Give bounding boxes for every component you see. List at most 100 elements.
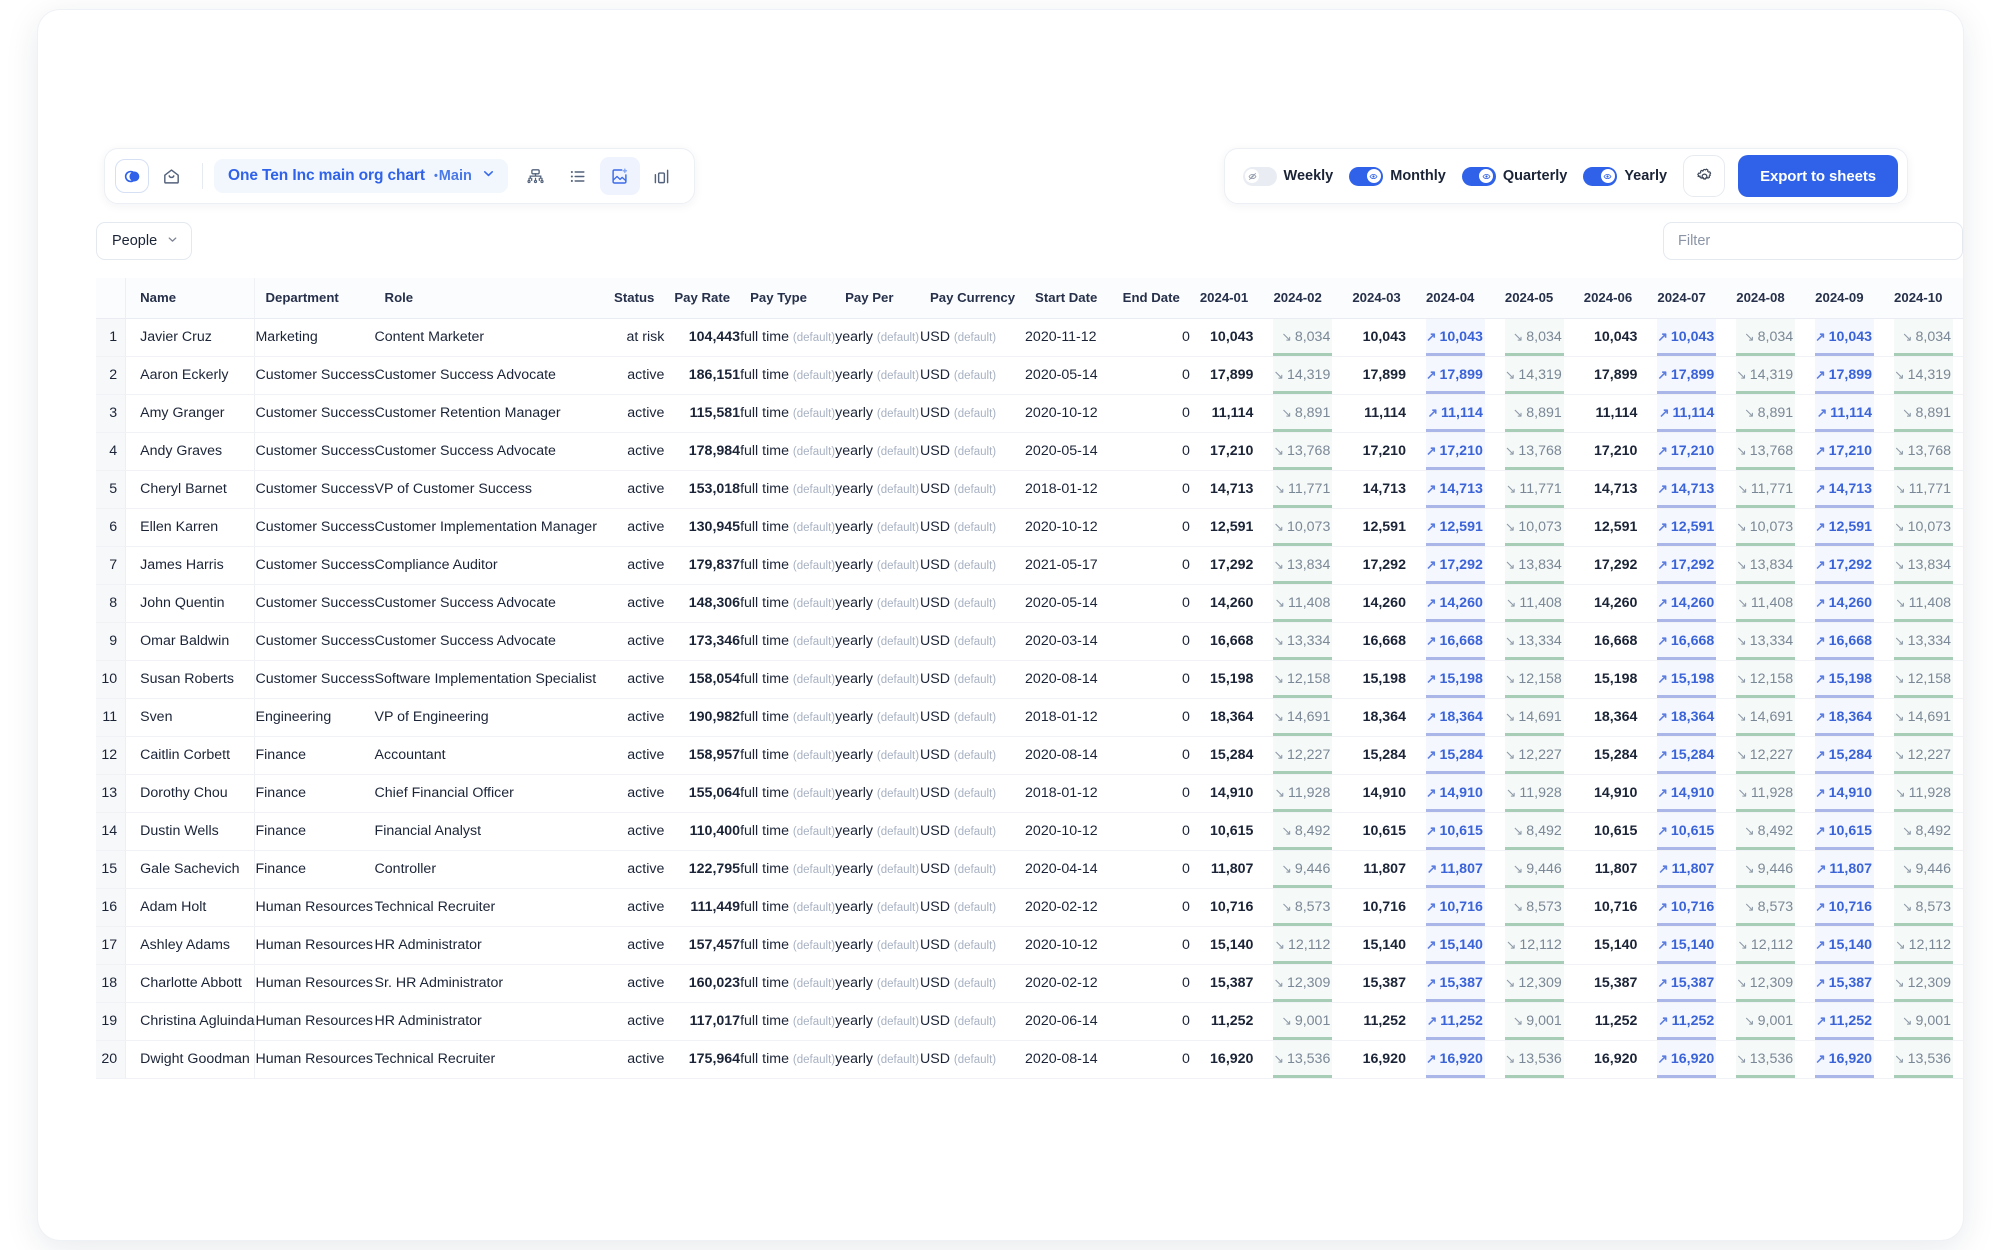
cell-month-2024-08[interactable]: ↘ 14,691 [1726,698,1806,737]
cell-pay-per[interactable]: yearly (default) [835,470,921,509]
cell-month-2024-04[interactable]: ↗ 18,364 [1415,698,1495,737]
cell-month-2024-01[interactable]: 16,920 [1189,1040,1264,1079]
cell-month-2024-09[interactable]: ↗ 10,716 [1805,888,1885,927]
cell-month-2024-06[interactable]: 15,284 [1573,736,1648,775]
table-row[interactable]: 4 Andy Graves Customer Success Customer Suc… [96,432,1963,471]
cell-month-2024-04[interactable]: ↗ 14,260 [1415,584,1495,623]
cell-month-2024-02[interactable]: ↘ 13,834 [1263,546,1343,585]
cell-month-2024-01[interactable]: 17,210 [1189,432,1264,471]
cell-month-2024-04[interactable]: ↗ 12,591 [1415,508,1495,547]
cell-month-2024-08[interactable]: ↘ 8,034 [1726,318,1806,357]
cell-month-2024-04[interactable]: ↗ 15,284 [1415,736,1495,775]
cell-month-2024-08[interactable]: ↘ 12,227 [1726,736,1806,775]
column-header-role[interactable]: Role [374,278,605,319]
cell-month-2024-05[interactable]: ↘ 14,319 [1494,356,1574,395]
cell-start-date[interactable]: 2020-08-14 [1025,660,1113,699]
cell-month-2024-02[interactable]: ↘ 12,112 [1263,926,1343,965]
cell-pay-type[interactable]: full time (default) [740,394,836,433]
cell-month-2024-05[interactable]: ↘ 8,034 [1494,318,1574,357]
cell-department[interactable]: Customer Success [254,394,375,433]
column-header-status[interactable]: Status [604,278,665,319]
cell-start-date[interactable]: 2018-01-12 [1025,774,1113,813]
cell-end-date[interactable]: 0 [1112,584,1190,623]
cell-pay-type[interactable]: full time (default) [740,1002,836,1041]
cell-pay-per[interactable]: yearly (default) [835,660,921,699]
cell-pay-type[interactable]: full time (default) [740,432,836,471]
cell-end-date[interactable]: 0 [1112,318,1190,357]
cell-start-date[interactable]: 2020-10-12 [1025,926,1113,965]
cell-month-2024-01[interactable]: 11,252 [1189,1002,1264,1041]
cell-pay-rate[interactable]: 111,449 [664,888,741,927]
cell-end-date[interactable]: 0 [1112,1002,1190,1041]
cell-month-2024-07[interactable]: ↗ 11,252 [1647,1002,1727,1041]
cell-pay-per[interactable]: yearly (default) [835,774,921,813]
cell-pay-rate[interactable]: 110,400 [664,812,741,851]
cell-pay-type[interactable]: full time (default) [740,622,836,661]
cell-pay-currency[interactable]: USD (default) [920,546,1026,585]
cell-month-2024-08[interactable]: ↘ 13,768 [1726,432,1806,471]
column-header-month-2024-01[interactable]: 2024-01 [1189,278,1264,319]
column-header-name[interactable]: Name [125,278,256,319]
cell-name[interactable]: Charlotte Abbott [125,964,256,1003]
cell-status[interactable]: active [604,508,665,547]
cell-month-2024-09[interactable]: ↗ 14,713 [1805,470,1885,509]
cell-month-2024-08[interactable]: ↘ 13,334 [1726,622,1806,661]
cell-status[interactable]: active [604,1002,665,1041]
cell-month-2024-05[interactable]: ↘ 14,691 [1494,698,1574,737]
cell-end-date[interactable]: 0 [1112,546,1190,585]
table-row[interactable]: 20 Dwight Goodman Human Resources Technical… [96,1040,1963,1079]
cell-month-2024-02[interactable]: ↘ 11,928 [1263,774,1343,813]
cell-name[interactable]: James Harris [125,546,256,585]
cell-month-2024-02[interactable]: ↘ 9,001 [1263,1002,1343,1041]
cell-month-2024-10[interactable]: ↘ 9,001 [1884,1002,1963,1041]
cell-month-2024-01[interactable]: 12,591 [1189,508,1264,547]
cell-pay-type[interactable]: full time (default) [740,318,836,357]
cell-status[interactable]: active [604,964,665,1003]
cell-department[interactable]: Finance [254,774,375,813]
toggle-monthly-switch[interactable] [1349,166,1384,186]
cell-month-2024-04[interactable]: ↗ 11,114 [1415,394,1495,433]
cell-month-2024-10[interactable]: ↘ 12,158 [1884,660,1963,699]
cell-month-2024-03[interactable]: 11,252 [1342,1002,1416,1041]
cell-month-2024-05[interactable]: ↘ 13,334 [1494,622,1574,661]
cell-end-date[interactable]: 0 [1112,470,1190,509]
cell-month-2024-10[interactable]: ↘ 13,334 [1884,622,1963,661]
cell-month-2024-02[interactable]: ↘ 8,034 [1263,318,1343,357]
cell-pay-rate[interactable]: 158,957 [664,736,741,775]
cell-month-2024-09[interactable]: ↗ 11,114 [1805,394,1885,433]
cell-month-2024-07[interactable]: ↗ 15,387 [1647,964,1727,1003]
cell-pay-currency[interactable]: USD (default) [920,432,1026,471]
cell-month-2024-03[interactable]: 14,260 [1342,584,1416,623]
cell-month-2024-05[interactable]: ↘ 13,536 [1494,1040,1574,1079]
cell-month-2024-07[interactable]: ↗ 12,591 [1647,508,1727,547]
cell-pay-per[interactable]: yearly (default) [835,508,921,547]
cell-month-2024-02[interactable]: ↘ 11,771 [1263,470,1343,509]
cell-month-2024-10[interactable]: ↘ 13,834 [1884,546,1963,585]
cell-month-2024-08[interactable]: ↘ 10,073 [1726,508,1806,547]
cell-month-2024-02[interactable]: ↘ 12,227 [1263,736,1343,775]
cell-month-2024-06[interactable]: 16,920 [1573,1040,1648,1079]
cell-month-2024-01[interactable]: 10,716 [1189,888,1264,927]
cell-name[interactable]: Dorothy Chou [125,774,256,813]
cell-month-2024-07[interactable]: ↗ 10,716 [1647,888,1727,927]
cell-pay-per[interactable]: yearly (default) [835,1040,921,1079]
cell-pay-currency[interactable]: USD (default) [920,1002,1026,1041]
cell-month-2024-03[interactable]: 18,364 [1342,698,1416,737]
column-header-month-2024-09[interactable]: 2024-09 [1805,278,1885,319]
document-title-dropdown[interactable]: One Ten Inc main org chart •Main [214,159,508,193]
cell-department[interactable]: Customer Success [254,356,375,395]
cell-month-2024-06[interactable]: 17,899 [1573,356,1648,395]
cell-month-2024-03[interactable]: 12,591 [1342,508,1416,547]
export-to-sheets-button[interactable]: Export to sheets [1738,155,1898,197]
cell-name[interactable]: Ashley Adams [125,926,256,965]
cell-month-2024-08[interactable]: ↘ 14,319 [1726,356,1806,395]
cell-role[interactable]: Financial Analyst [374,812,605,851]
cell-month-2024-10[interactable]: ↘ 11,928 [1884,774,1963,813]
cell-end-date[interactable]: 0 [1112,432,1190,471]
cell-end-date[interactable]: 0 [1112,356,1190,395]
cell-month-2024-07[interactable]: ↗ 14,260 [1647,584,1727,623]
cell-status[interactable]: active [604,1040,665,1079]
cell-pay-currency[interactable]: USD (default) [920,964,1026,1003]
cell-pay-currency[interactable]: USD (default) [920,926,1026,965]
cell-month-2024-02[interactable]: ↘ 14,319 [1263,356,1343,395]
